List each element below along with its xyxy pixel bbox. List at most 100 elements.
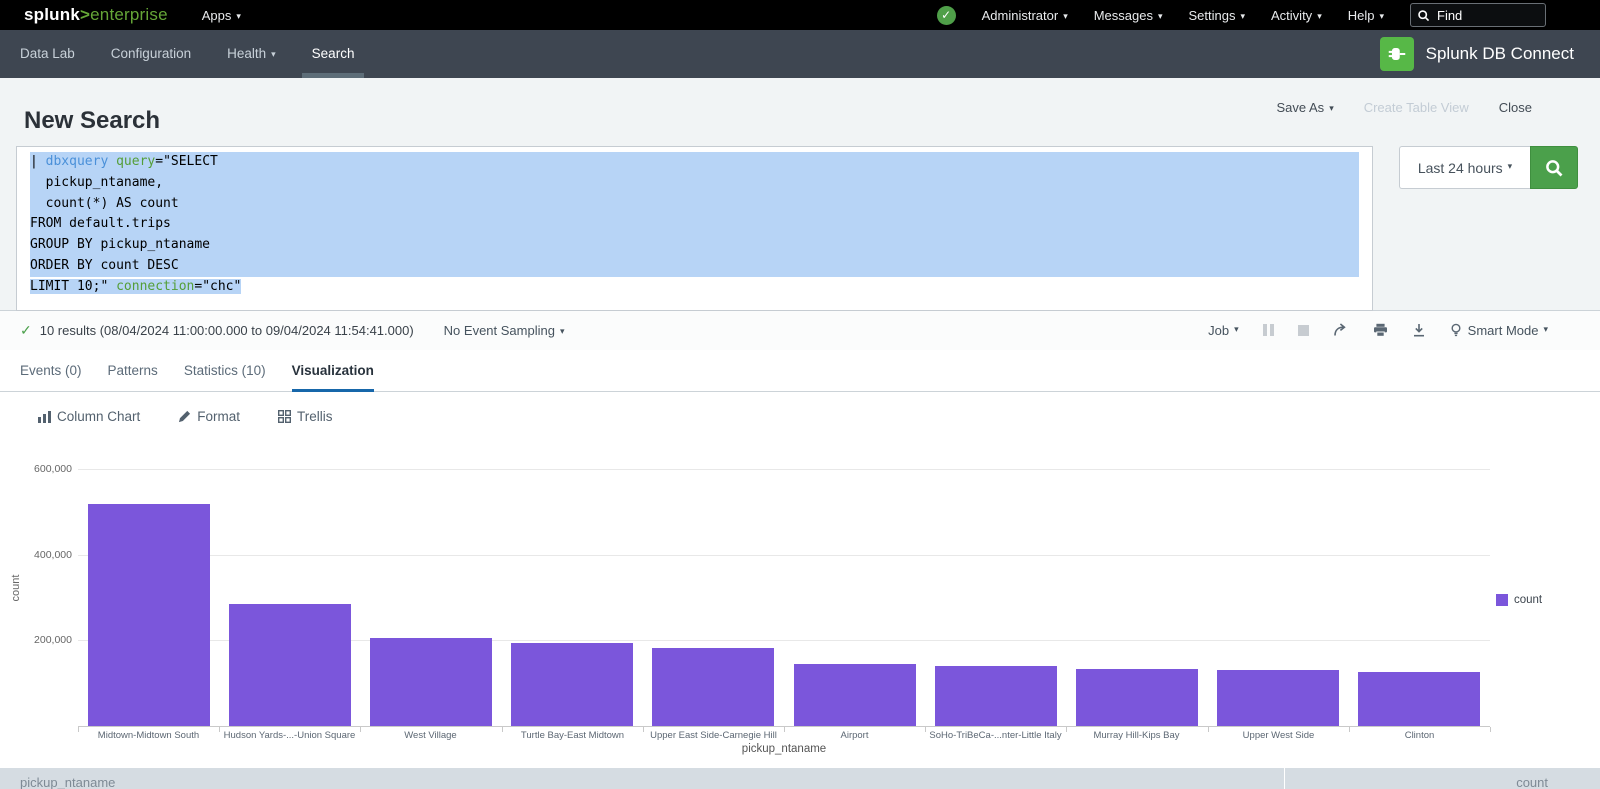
- x-category-label: SoHo-TriBeCa-...nter-Little Italy: [925, 730, 1066, 741]
- save-as-button[interactable]: Save As▾: [1276, 100, 1333, 115]
- chart-bar-west-village[interactable]: [370, 638, 492, 726]
- menu-messages-label: Messages: [1094, 8, 1153, 23]
- tab-statistics-10[interactable]: Statistics (10): [184, 350, 266, 392]
- menu-activity-label: Activity: [1271, 8, 1312, 23]
- chart-bar-clinton[interactable]: [1358, 672, 1480, 726]
- query-token: GROUP BY pickup_ntaname: [30, 237, 210, 252]
- job-done-check-icon: ✓: [20, 322, 32, 339]
- query-line-7: LIMIT 10;" connection="chc": [17, 277, 1372, 298]
- column-chart-button[interactable]: Column Chart: [38, 409, 140, 424]
- query-token: pickup_ntaname,: [30, 175, 163, 190]
- lightbulb-icon: [1450, 323, 1462, 338]
- job-controls: Job▾ S: [1208, 311, 1548, 349]
- job-menu-button[interactable]: Job▾: [1208, 323, 1239, 338]
- chart-bar-upper-east-side-carnegie-hill[interactable]: [652, 648, 774, 726]
- x-tick-mark: [1349, 727, 1350, 732]
- topbar: splunk>enterprise Apps▾ ✓ Administrator ▾…: [0, 0, 1600, 30]
- x-tick-mark: [784, 727, 785, 732]
- chart-bar-soho-tribeca-nter-little-italy[interactable]: [935, 666, 1057, 726]
- find-search-input[interactable]: [1435, 7, 1525, 24]
- close-label: Close: [1499, 100, 1532, 115]
- health-status-icon[interactable]: ✓: [937, 6, 956, 25]
- menu-help[interactable]: Help▾: [1348, 8, 1384, 23]
- chevron-down-icon: ▾: [1063, 11, 1068, 21]
- nav-item-search[interactable]: Search: [312, 30, 355, 78]
- nav-item-data-lab[interactable]: Data Lab: [20, 30, 75, 78]
- query-token: |: [30, 154, 46, 169]
- chart-bar-upper-west-side[interactable]: [1217, 670, 1339, 726]
- job-status-area: ✓ 10 results (08/04/2024 11:00:00.000 to…: [20, 311, 564, 349]
- export-button[interactable]: [1412, 323, 1426, 337]
- table-header-count[interactable]: count: [1285, 768, 1600, 789]
- pause-button[interactable]: [1263, 324, 1274, 336]
- app-identity[interactable]: Splunk DB Connect: [1380, 37, 1574, 71]
- x-axis-title: pickup_ntaname: [78, 743, 1490, 755]
- chevron-down-icon: ▾: [236, 11, 241, 21]
- chevron-down-icon: ▾: [1329, 103, 1334, 113]
- query-token: LIMIT 10;": [30, 279, 116, 294]
- legend-label: count: [1514, 594, 1542, 606]
- logo-enterprise-text: enterprise: [90, 5, 168, 24]
- search-icon: [1544, 158, 1564, 178]
- page-title: New Search: [24, 107, 160, 135]
- chart-bar-airport[interactable]: [794, 664, 916, 726]
- x-tick-mark: [1066, 727, 1067, 732]
- create-table-view-button: Create Table View: [1364, 100, 1469, 115]
- nav-item-health[interactable]: Health▾: [227, 30, 276, 78]
- menu-administrator-label: Administrator: [982, 8, 1059, 23]
- y-tick-label: 600,000: [20, 463, 72, 475]
- find-search-box[interactable]: [1410, 3, 1546, 27]
- chart-bar-turtle-bay-east-midtown[interactable]: [511, 643, 633, 726]
- app-navbar: Data Lab Configuration Health▾ Search Splun…: [0, 30, 1600, 78]
- query-token: count(*) AS count: [30, 196, 179, 211]
- results-tabs: Events (0) Patterns Statistics (10) Visuali…: [0, 350, 1600, 392]
- topbar-right-menus: ✓ Administrator ▾ Messages ▾ Settings▾ Activi…: [937, 0, 1546, 30]
- job-toolbar: ✓ 10 results (08/04/2024 11:00:00.000 to…: [0, 311, 1600, 351]
- menu-settings[interactable]: Settings▾: [1189, 8, 1246, 23]
- chevron-down-icon: ▾: [1508, 161, 1513, 172]
- menu-administrator[interactable]: Administrator ▾: [982, 8, 1068, 23]
- apps-menu[interactable]: Apps▾: [202, 8, 241, 23]
- share-icon: [1333, 323, 1349, 337]
- chevron-down-icon: ▾: [1234, 324, 1239, 335]
- search-submit-button[interactable]: [1530, 146, 1578, 189]
- share-button[interactable]: [1333, 323, 1349, 337]
- gridline: [78, 555, 1490, 556]
- tab-visualization[interactable]: Visualization: [292, 350, 374, 392]
- query-selection: FROM default.trips: [30, 214, 1359, 235]
- table-header-pickup-ntaname[interactable]: pickup_ntaname: [0, 768, 1284, 789]
- event-sampling-dropdown[interactable]: No Event Sampling▾: [444, 323, 565, 338]
- time-range-picker[interactable]: Last 24 hours▾: [1399, 146, 1530, 189]
- trellis-button[interactable]: Trellis: [278, 409, 333, 424]
- stop-button[interactable]: [1298, 325, 1309, 336]
- chart-bar-midtown-midtown-south[interactable]: [88, 504, 210, 726]
- search-mode-selector[interactable]: Smart Mode▾: [1450, 323, 1548, 338]
- query-token: FROM default.trips: [30, 216, 171, 231]
- chart-bar-hudson-yards-union-square[interactable]: [229, 604, 351, 726]
- chevron-down-icon: ▾: [1158, 11, 1163, 21]
- tab-patterns[interactable]: Patterns: [108, 350, 158, 392]
- query-selection: LIMIT 10;" connection="chc": [30, 279, 241, 294]
- nav-item-configuration[interactable]: Configuration: [111, 30, 191, 78]
- column-chart-label: Column Chart: [57, 409, 140, 424]
- x-tick-mark: [925, 727, 926, 732]
- chart-legend[interactable]: count: [1496, 594, 1542, 606]
- splunk-enterprise-logo[interactable]: splunk>enterprise: [24, 5, 168, 25]
- format-button[interactable]: Format: [178, 409, 240, 424]
- nav-item-label: Health: [227, 46, 266, 61]
- menu-activity[interactable]: Activity ▾: [1271, 8, 1322, 23]
- chevron-down-icon: ▾: [1317, 11, 1322, 21]
- chart-bar-murray-hill-kips-bay[interactable]: [1076, 669, 1198, 726]
- y-tick-label: 200,000: [20, 634, 72, 646]
- menu-help-label: Help: [1348, 8, 1375, 23]
- close-button[interactable]: Close: [1499, 100, 1532, 115]
- print-button[interactable]: [1373, 323, 1388, 337]
- stop-icon: [1298, 325, 1309, 336]
- nav-item-label: Data Lab: [20, 46, 75, 61]
- x-tick-mark: [78, 727, 79, 732]
- menu-messages[interactable]: Messages ▾: [1094, 8, 1163, 23]
- search-query-input[interactable]: | dbxquery query="SELECT pickup_ntaname,…: [16, 146, 1373, 311]
- tab-events-0[interactable]: Events (0): [20, 350, 82, 392]
- pause-icon: [1263, 324, 1274, 336]
- query-token: connection: [116, 279, 194, 294]
